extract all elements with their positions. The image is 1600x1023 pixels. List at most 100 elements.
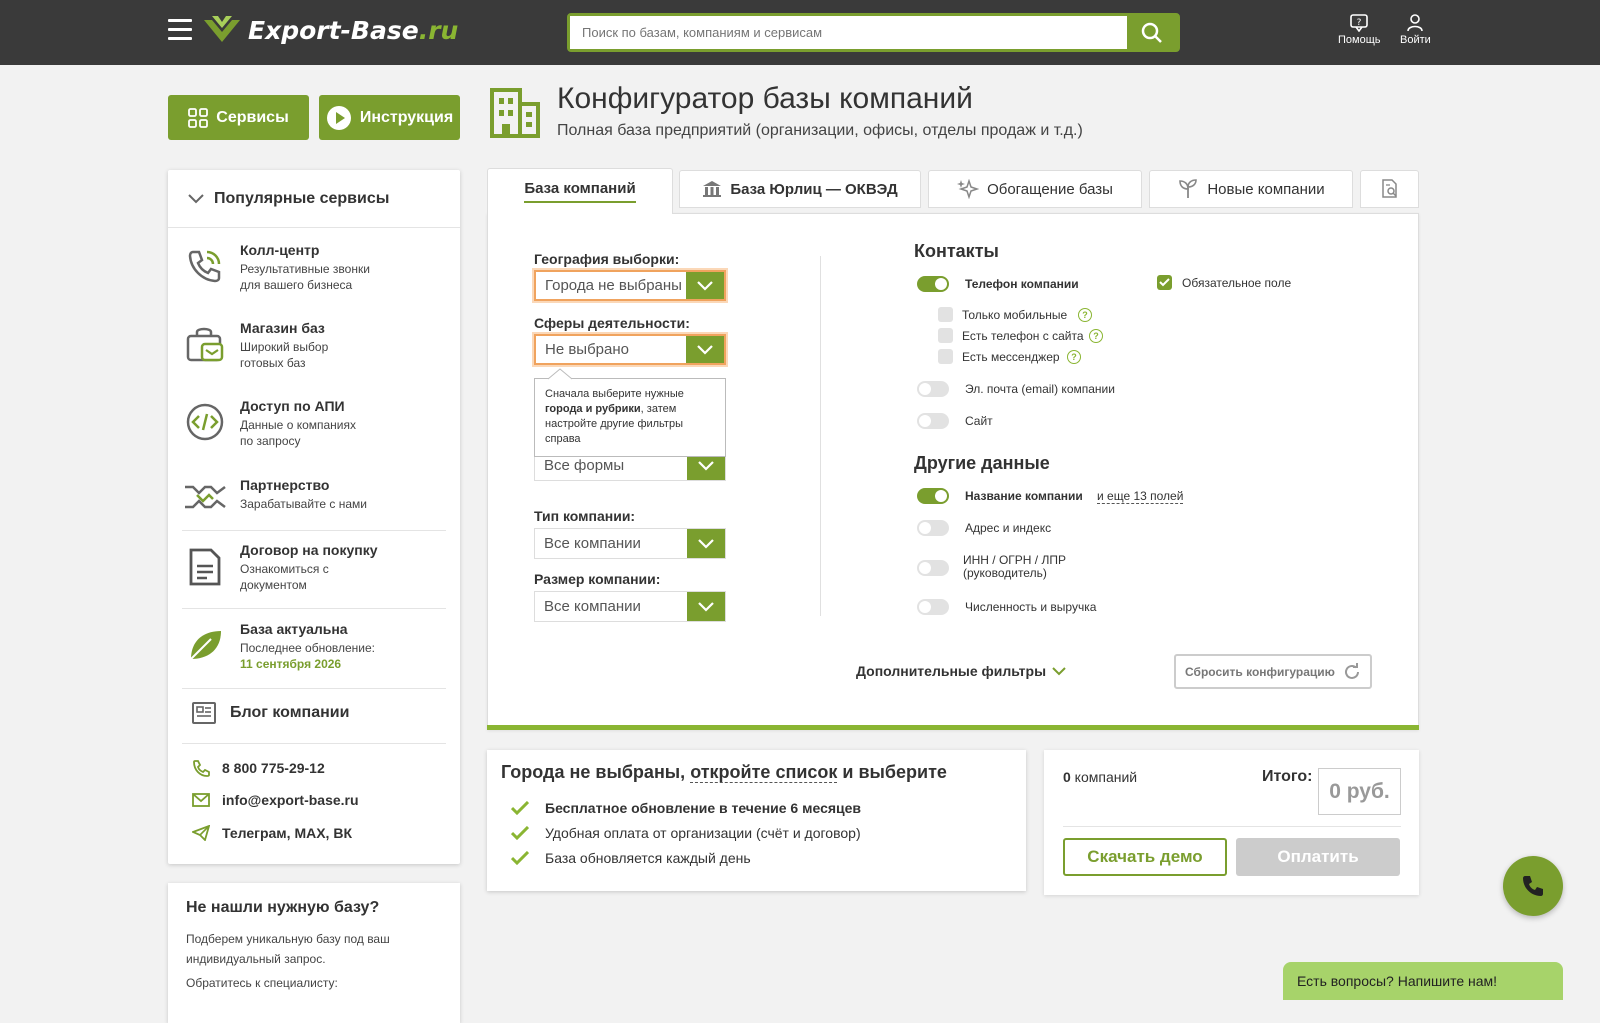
mail-icon bbox=[192, 793, 210, 807]
reset-config-button[interactable]: Сбросить конфигурацию bbox=[1174, 654, 1372, 689]
email-link[interactable]: info@export-base.ru bbox=[192, 792, 359, 808]
popular-services-header[interactable]: Популярные сервисы bbox=[168, 170, 460, 228]
sidebar-item-call-center[interactable]: Колл-центр Результативные звонки для вашег… bbox=[182, 242, 446, 293]
more-fields-text: и еще 13 полей bbox=[1097, 489, 1184, 504]
search-button[interactable] bbox=[1127, 16, 1177, 49]
sidebar-item-desc: Зарабатывайте с нами bbox=[240, 497, 367, 511]
site-phone-checkbox[interactable] bbox=[938, 328, 953, 343]
phone-call-icon bbox=[188, 250, 221, 283]
size-value: Все компании bbox=[544, 598, 641, 615]
tab-label: Обогащение базы bbox=[987, 180, 1113, 198]
tab-label: Новые компании bbox=[1207, 180, 1325, 198]
tab-legal-okved[interactable]: База Юрлиц — ОКВЭД bbox=[679, 170, 921, 208]
benefit-text: Удобная оплата от организации (счёт и до… bbox=[545, 824, 861, 841]
tab-new-companies[interactable]: Новые компании bbox=[1149, 170, 1353, 208]
phone-toggle[interactable] bbox=[917, 276, 949, 292]
telegram-icon bbox=[192, 825, 210, 841]
divider bbox=[182, 608, 446, 609]
total-price: 0 руб. bbox=[1318, 768, 1401, 815]
sidebar-item-shop[interactable]: Магазин баз Широкий выбор готовых баз bbox=[182, 320, 446, 371]
custom-base-text: Подберем уникальную базу под ваш индивид… bbox=[186, 932, 390, 966]
sidebar-item-title: Договор на покупку bbox=[240, 542, 378, 558]
leaf-icon bbox=[190, 631, 221, 660]
social-link[interactable]: Телеграм, MAX, ВК bbox=[192, 825, 352, 841]
menu-icon[interactable] bbox=[168, 19, 192, 43]
pay-button[interactable]: Оплатить bbox=[1236, 838, 1400, 876]
benefit-text: Бесплатное обновление в течение 6 месяце… bbox=[545, 799, 862, 816]
sidebar-item-desc: готовых баз bbox=[240, 356, 306, 370]
blog-link[interactable]: Блог компании bbox=[190, 700, 349, 726]
help-circle-icon[interactable]: ? bbox=[1078, 308, 1092, 322]
download-demo-button[interactable]: Скачать демо bbox=[1063, 838, 1227, 876]
inn-toggle[interactable] bbox=[917, 560, 949, 576]
newspaper-icon bbox=[192, 702, 216, 724]
email-address: info@export-base.ru bbox=[222, 792, 359, 808]
tab-companies[interactable]: База компаний bbox=[487, 168, 673, 214]
sphere-select[interactable]: Не выбрано bbox=[534, 334, 726, 365]
logo[interactable]: Export-Base.ru bbox=[202, 14, 458, 46]
sidebar-item-contract[interactable]: Договор на покупку Ознакомиться с документ… bbox=[182, 542, 446, 593]
address-toggle-label: Адрес и индекс bbox=[965, 521, 1052, 535]
staff-toggle[interactable] bbox=[917, 599, 949, 615]
social-label: Телеграм, MAX, ВК bbox=[222, 825, 352, 841]
sidebar-item-desc: Широкий выбор bbox=[240, 340, 329, 354]
more-fields-link[interactable]: и еще 13 полей bbox=[1097, 489, 1184, 504]
building-icon bbox=[490, 88, 540, 138]
type-select[interactable]: Все компании bbox=[534, 528, 726, 559]
email-toggle[interactable] bbox=[917, 381, 949, 397]
more-filters-link[interactable]: Дополнительные фильтры bbox=[856, 663, 1066, 679]
instructions-label: Инструкция bbox=[359, 108, 454, 126]
company-count-number: 0 bbox=[1063, 769, 1071, 785]
panel-bottom-bar bbox=[487, 725, 1419, 730]
help-circle-icon[interactable]: ? bbox=[1089, 329, 1103, 343]
search-input[interactable] bbox=[570, 16, 1127, 49]
sidebar-item-partnership[interactable]: Партнерство Зарабатывайте с нами bbox=[182, 477, 446, 513]
call-button[interactable] bbox=[1503, 856, 1563, 916]
site-toggle[interactable] bbox=[917, 413, 949, 429]
messenger-checkbox[interactable] bbox=[938, 349, 953, 364]
sprout-icon bbox=[1179, 179, 1198, 198]
divider bbox=[182, 530, 446, 531]
name-toggle[interactable] bbox=[917, 488, 949, 504]
open-list-link[interactable]: откройте список bbox=[690, 762, 838, 783]
required-checkbox[interactable] bbox=[1157, 275, 1172, 290]
address-toggle[interactable] bbox=[917, 520, 949, 536]
play-icon bbox=[326, 105, 351, 130]
sidebar-item-api[interactable]: Доступ по АПИ Данные о компаниях по запрос… bbox=[182, 398, 446, 449]
sidebar-item-desc: Последнее обновление: bbox=[240, 641, 375, 655]
login-button[interactable]: Войти bbox=[1400, 14, 1431, 46]
help-button[interactable]: ? Помощь bbox=[1338, 14, 1381, 46]
benefit-text: База обновляется каждый день bbox=[545, 849, 751, 866]
sidebar-item-title: База актуальна bbox=[240, 621, 348, 637]
sphere-value: Не выбрано bbox=[545, 341, 629, 358]
services-button[interactable]: Сервисы bbox=[168, 95, 309, 140]
custom-base-card: Не нашли нужную базу? Подберем уникальну… bbox=[168, 883, 460, 1023]
phone-link[interactable]: 8 800 775-29-12 bbox=[192, 759, 325, 777]
sidebar-item-desc: Ознакомиться с bbox=[240, 562, 329, 576]
sidebar-item-title: Партнерство bbox=[240, 477, 330, 493]
sidebar-item-desc: по запросу bbox=[240, 434, 301, 448]
chevron-down-icon bbox=[698, 460, 714, 471]
instructions-button[interactable]: Инструкция bbox=[319, 95, 460, 140]
column-divider bbox=[820, 256, 821, 616]
svg-text:?: ? bbox=[1357, 18, 1362, 28]
chat-widget[interactable]: Есть вопросы? Напишите нам! bbox=[1283, 962, 1563, 1000]
blog-label: Блог компании bbox=[230, 704, 350, 721]
total-label: Итого: bbox=[1262, 768, 1313, 785]
help-circle-icon[interactable]: ? bbox=[1067, 350, 1081, 364]
tab-enrichment[interactable]: Обогащение базы bbox=[928, 170, 1142, 208]
tab-report[interactable] bbox=[1360, 170, 1419, 208]
size-select[interactable]: Все компании bbox=[534, 591, 726, 622]
grid-icon bbox=[188, 107, 209, 128]
search-bar bbox=[567, 13, 1180, 52]
shop-bag-icon bbox=[186, 327, 224, 362]
geo-select[interactable]: Города не выбраны bbox=[534, 270, 726, 301]
mobile-only-checkbox[interactable] bbox=[938, 307, 953, 322]
inn-line2: (руководитель) bbox=[963, 566, 1047, 580]
more-filters-label: Дополнительные фильтры bbox=[856, 663, 1047, 679]
size-label: Размер компании: bbox=[534, 571, 661, 587]
benefit-item: База обновляется каждый день bbox=[501, 845, 1012, 870]
handshake-icon bbox=[185, 485, 226, 509]
chevron-down-icon bbox=[1052, 666, 1066, 675]
chevron-down-icon bbox=[697, 280, 713, 291]
